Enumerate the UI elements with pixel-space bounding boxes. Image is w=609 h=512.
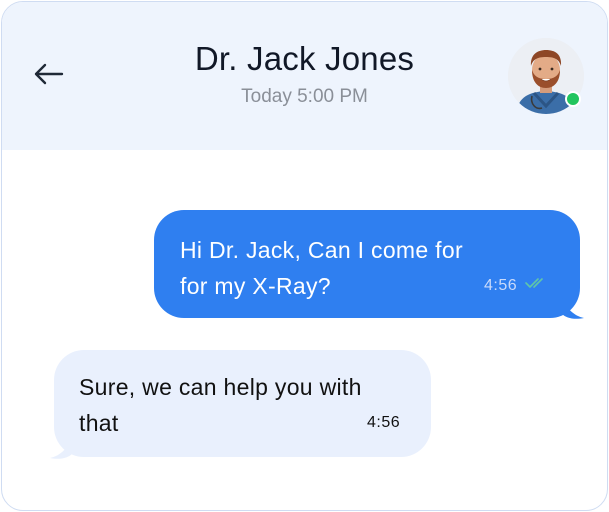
incoming-bubble-tail <box>50 438 72 459</box>
online-status-dot <box>565 91 581 107</box>
message-time: 4:56 <box>484 276 518 294</box>
incoming-message-bubble[interactable]: Sure, we can help you with that 4:56 <box>54 350 431 457</box>
double-check-icon <box>525 276 549 295</box>
message-meta: 4:56 <box>484 276 549 295</box>
chat-card: Dr. Jack Jones Today 5:00 PM Hi Dr. Jack… <box>1 1 608 511</box>
outgoing-bubble-tail <box>562 298 584 319</box>
message-text: Hi Dr. Jack, Can I come for for my X-Ray… <box>180 237 463 299</box>
contact-avatar[interactable] <box>508 38 584 114</box>
message-time: 4:56 <box>367 414 401 431</box>
message-text: Sure, we can help you with that <box>79 374 362 436</box>
outgoing-message-bubble[interactable]: Hi Dr. Jack, Can I come for for my X-Ray… <box>154 210 580 318</box>
chat-header: Dr. Jack Jones Today 5:00 PM <box>2 2 607 150</box>
